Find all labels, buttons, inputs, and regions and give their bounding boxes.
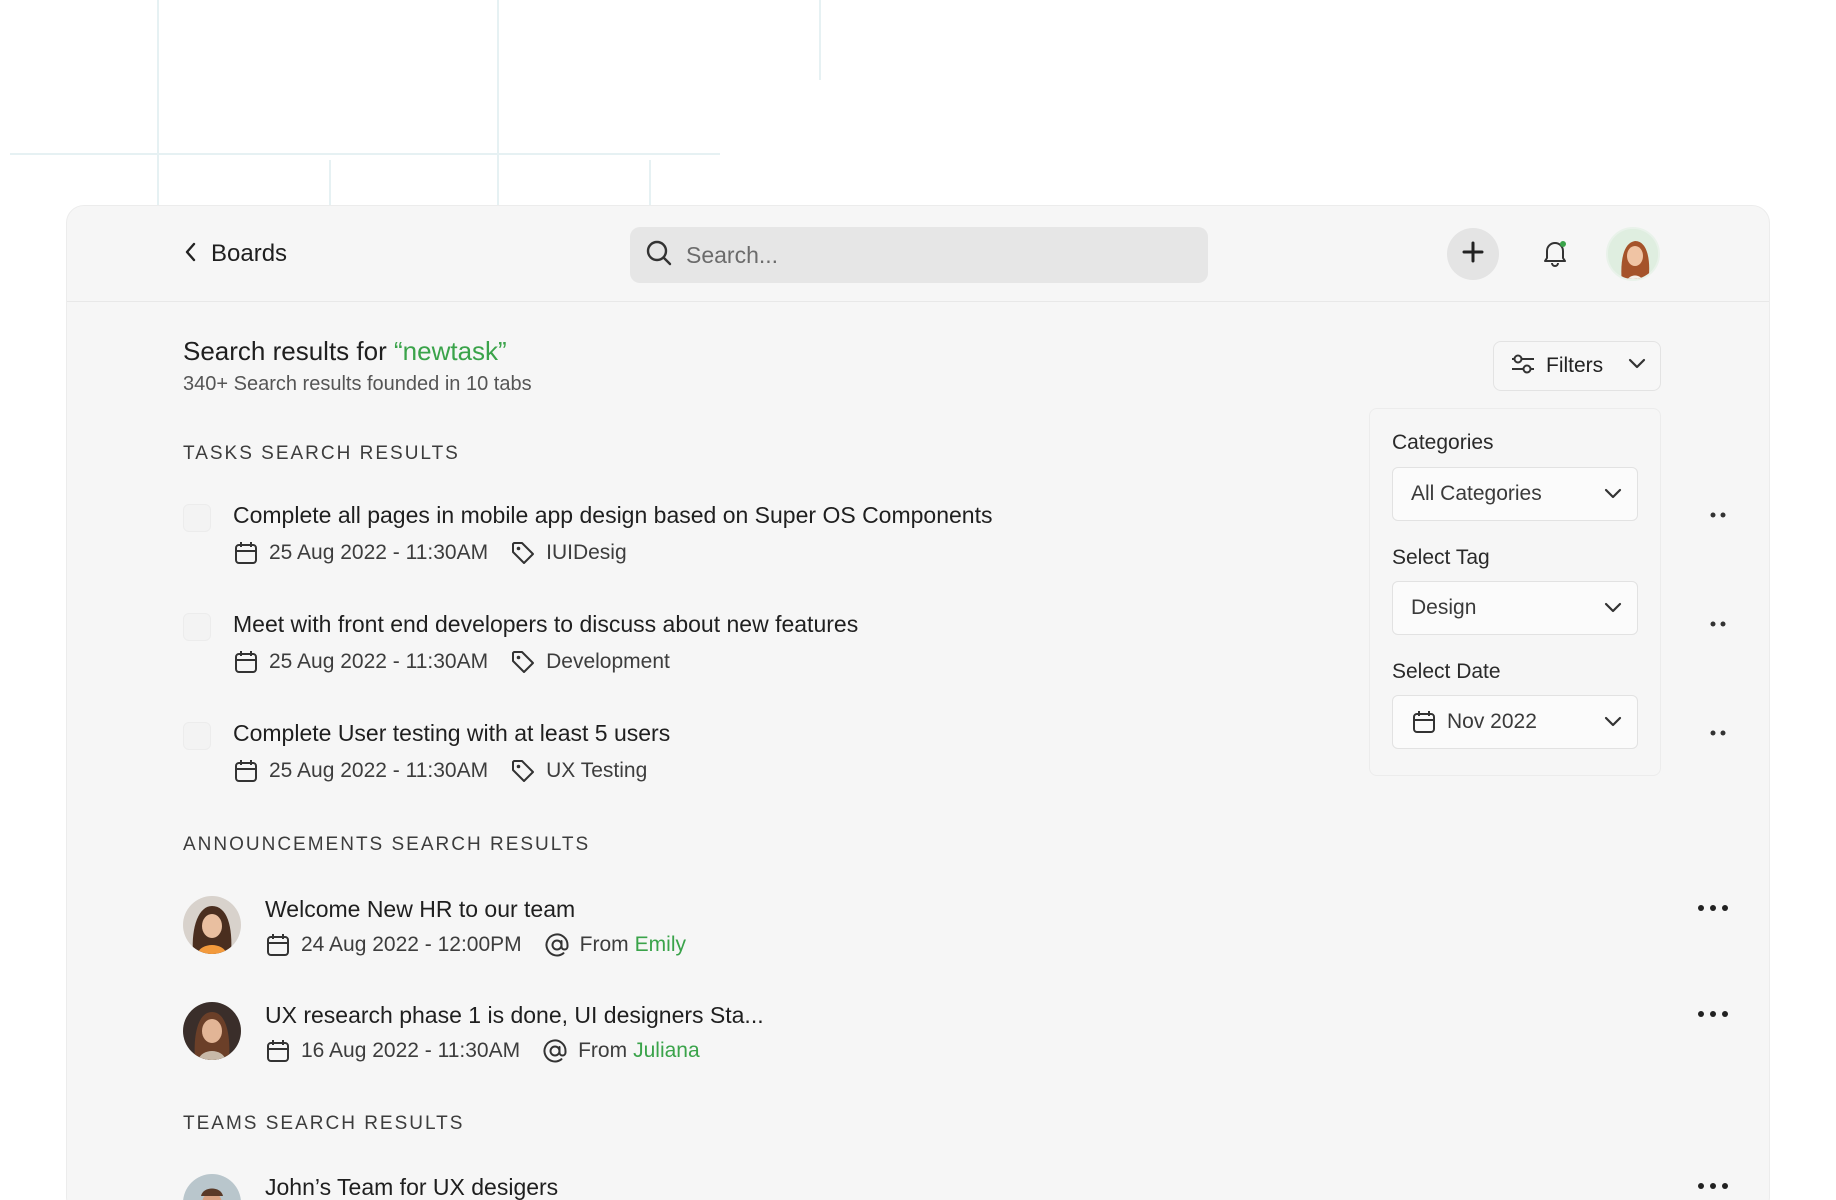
app-window: Boards Search... Search results for “new… xyxy=(66,205,1770,1200)
sliders-icon xyxy=(1510,352,1536,381)
teams-section-heading: TEAMS SEARCH RESULTS xyxy=(183,1113,465,1134)
more-options-button[interactable] xyxy=(1693,1002,1733,1026)
plus-icon xyxy=(1461,240,1485,269)
task-meta: 25 Aug 2022 - 11:30AM Development xyxy=(233,649,670,675)
tag-icon xyxy=(510,540,536,566)
tag-icon xyxy=(510,758,536,784)
task-checkbox[interactable] xyxy=(183,613,211,641)
calendar-icon xyxy=(265,1038,291,1064)
chevron-down-icon xyxy=(1627,357,1647,376)
task-1-more-icon[interactable] xyxy=(1709,510,1729,520)
task-2-more-icon[interactable] xyxy=(1709,619,1729,629)
announcement-title: UX research phase 1 is done, UI designer… xyxy=(265,1002,764,1028)
notifications-button[interactable] xyxy=(1533,232,1577,276)
chevron-down-icon xyxy=(1603,483,1623,509)
announcement-meta: 16 Aug 2022 - 11:30AM From Juliana xyxy=(265,1038,700,1064)
filters-button[interactable]: Filters xyxy=(1493,341,1661,391)
team-item[interactable]: John’s Team for UX desigers xyxy=(183,1174,1733,1200)
chevron-down-icon xyxy=(1603,597,1623,623)
announcement-title: Welcome New HR to our team xyxy=(265,896,576,922)
background-grid xyxy=(10,0,821,210)
announcement-item[interactable]: Welcome New HR to our team 24 Aug 2022 -… xyxy=(183,896,1733,966)
from-label: From xyxy=(579,933,629,956)
at-sign-icon xyxy=(542,1038,568,1064)
tag-label: Select Tag xyxy=(1392,546,1490,569)
search-input[interactable] xyxy=(686,241,1166,269)
task-title: Complete User testing with at least 5 us… xyxy=(233,720,671,746)
task-checkbox[interactable] xyxy=(183,722,211,750)
chevron-down-icon xyxy=(1603,711,1623,737)
avatar-image xyxy=(1608,229,1658,279)
task-title: Complete all pages in mobile app design … xyxy=(233,502,993,528)
search-icon xyxy=(644,238,674,273)
task-3-more-icon[interactable] xyxy=(1709,728,1729,738)
bell-icon xyxy=(1539,236,1571,273)
more-horizontal-icon xyxy=(1698,1183,1728,1189)
tasks-section-heading: TASKS SEARCH RESULTS xyxy=(183,443,460,464)
announcement-meta: 24 Aug 2022 - 12:00PM From Emily xyxy=(265,932,686,958)
results-subtitle: 340+ Search results founded in 10 tabs xyxy=(183,373,532,395)
more-horizontal-icon xyxy=(1698,1011,1728,1017)
task-date: 25 Aug 2022 - 11:30AM xyxy=(269,541,489,564)
back-label: Boards xyxy=(211,240,288,267)
search-query: “newtask” xyxy=(393,336,507,366)
back-to-boards-button[interactable]: Boards xyxy=(183,234,287,274)
task-date: 25 Aug 2022 - 11:30AM xyxy=(269,650,489,673)
more-options-button[interactable] xyxy=(1693,1174,1733,1198)
task-checkbox[interactable] xyxy=(183,504,211,532)
author-link[interactable]: Emily xyxy=(635,933,686,957)
search-bar[interactable] xyxy=(630,227,1208,283)
chevron-left-icon xyxy=(183,241,199,268)
tag-select[interactable]: Design xyxy=(1392,581,1638,635)
task-title: Meet with front end developers to discus… xyxy=(233,611,859,637)
filters-label: Filters xyxy=(1546,354,1604,377)
results-title-prefix: Search results for xyxy=(183,336,394,366)
announcement-item[interactable]: UX research phase 1 is done, UI designer… xyxy=(183,1002,1733,1072)
categories-select[interactable]: All Categories xyxy=(1392,467,1638,521)
task-meta: 25 Aug 2022 - 11:30AM IUIDesig xyxy=(233,540,627,566)
calendar-icon xyxy=(1411,709,1437,735)
date-value: Nov 2022 xyxy=(1447,710,1537,733)
more-horizontal-icon xyxy=(1698,905,1728,911)
announcement-date: 24 Aug 2022 - 12:00PM xyxy=(301,933,522,956)
add-button[interactable] xyxy=(1447,228,1499,280)
tag-icon xyxy=(510,649,536,675)
categories-value: All Categories xyxy=(1411,482,1542,505)
author-link[interactable]: Juliana xyxy=(633,1039,700,1063)
tag-value: Design xyxy=(1411,596,1477,619)
calendar-icon xyxy=(265,932,291,958)
task-meta: 25 Aug 2022 - 11:30AM UX Testing xyxy=(233,758,647,784)
avatar xyxy=(183,1174,241,1200)
categories-label: Categories xyxy=(1392,431,1494,454)
team-title: John’s Team for UX desigers xyxy=(265,1174,559,1200)
task-tag: IUIDesig xyxy=(546,541,627,564)
announcement-date: 16 Aug 2022 - 11:30AM xyxy=(301,1039,521,1062)
from-label: From xyxy=(578,1039,628,1062)
announcements-section-heading: ANNOUNCEMENTS SEARCH RESULTS xyxy=(183,834,591,855)
top-bar: Boards xyxy=(67,206,1769,302)
task-tag: Development xyxy=(546,650,670,673)
task-tag: UX Testing xyxy=(546,759,648,782)
results-title: Search results for “newtask” xyxy=(183,336,507,367)
calendar-icon xyxy=(233,540,259,566)
date-label: Select Date xyxy=(1392,660,1501,683)
more-options-button[interactable] xyxy=(1693,896,1733,920)
user-avatar[interactable] xyxy=(1606,227,1660,281)
at-sign-icon xyxy=(544,932,570,958)
filters-panel: Categories All Categories Select Tag Des… xyxy=(1369,408,1661,776)
date-select[interactable]: Nov 2022 xyxy=(1392,695,1638,749)
calendar-icon xyxy=(233,758,259,784)
avatar xyxy=(183,896,241,954)
task-date: 25 Aug 2022 - 11:30AM xyxy=(269,759,489,782)
calendar-icon xyxy=(233,649,259,675)
avatar xyxy=(183,1002,241,1060)
